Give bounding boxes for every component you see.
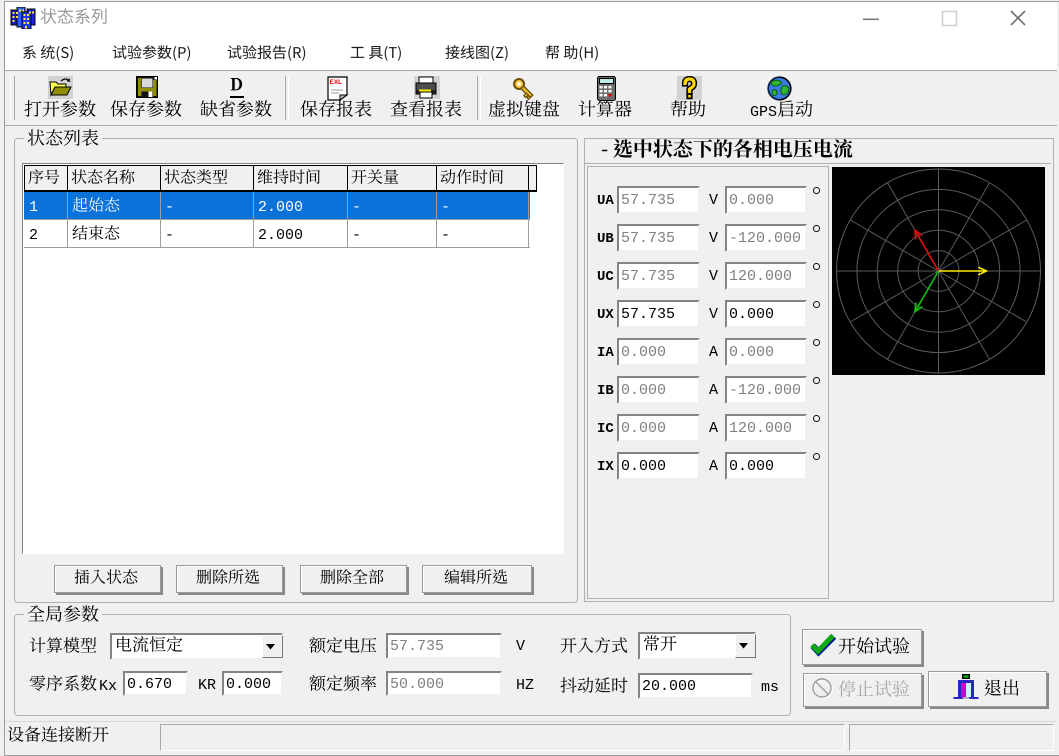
svg-text:EXL: EXL bbox=[330, 79, 343, 86]
